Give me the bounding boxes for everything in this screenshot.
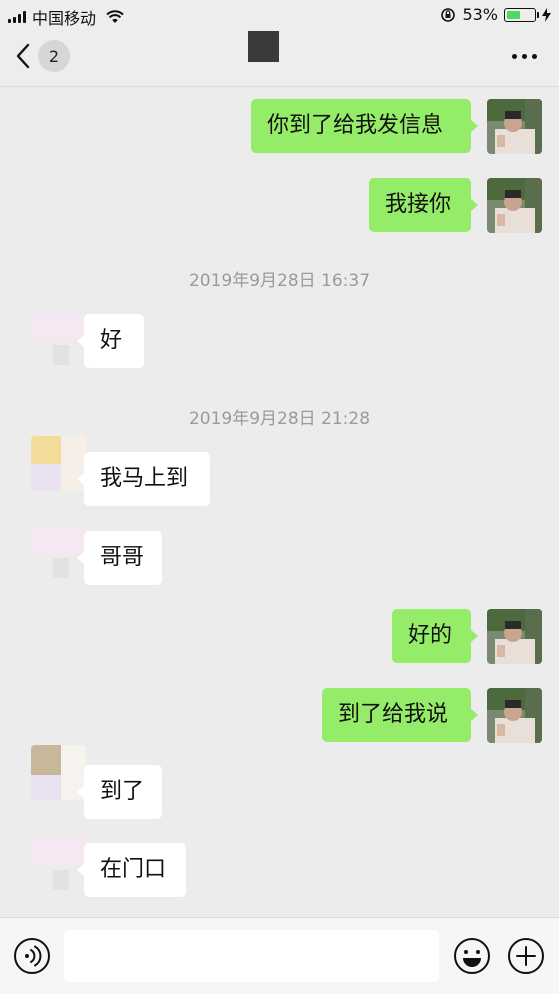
back-button[interactable]: 2	[16, 40, 70, 72]
more-dots-icon	[512, 54, 517, 59]
unread-count-badge: 2	[38, 40, 70, 72]
message-bubble-outgoing[interactable]: 到了给我说	[322, 688, 478, 742]
input-bar	[0, 917, 559, 994]
charging-bolt-icon	[542, 7, 551, 22]
my-avatar[interactable]	[487, 609, 542, 664]
voice-button[interactable]	[13, 937, 51, 975]
more-button[interactable]	[512, 54, 537, 59]
orientation-lock-icon	[441, 7, 456, 22]
message-bubble-incoming[interactable]: 好	[77, 314, 144, 368]
chevron-left-icon	[16, 43, 30, 69]
battery-level	[507, 10, 520, 19]
message-bubble-outgoing[interactable]: 你到了给我发信息	[251, 99, 478, 153]
nav-bar: 2	[0, 30, 559, 87]
emoji-icon	[454, 938, 490, 974]
battery-percent: 53%	[462, 5, 498, 24]
my-avatar[interactable]	[487, 688, 542, 743]
plus-icon	[508, 938, 544, 974]
message-input[interactable]	[64, 930, 439, 982]
chat-title-redacted	[248, 31, 279, 62]
message-bubble-incoming[interactable]: 哥哥	[77, 531, 162, 585]
message-timestamp: 2019年9月28日 16:37	[188, 271, 371, 291]
my-avatar[interactable]	[487, 178, 542, 233]
battery-icon	[504, 7, 539, 22]
my-avatar[interactable]	[487, 99, 542, 154]
message-list: 你到了给我发信息 我接你 2019年9月28日 16:37 好 2019年9月2…	[0, 87, 559, 917]
wifi-icon	[106, 10, 124, 23]
message-bubble-incoming[interactable]: 在门口	[77, 843, 186, 897]
status-right: 53%	[440, 5, 551, 24]
emoji-button[interactable]	[453, 937, 491, 975]
signal-icon	[8, 11, 26, 23]
message-bubble-incoming[interactable]: 我马上到	[77, 452, 210, 506]
more-functions-button[interactable]	[507, 937, 545, 975]
carrier-name: 中国移动	[32, 9, 97, 28]
message-bubble-incoming[interactable]: 到了	[77, 765, 162, 819]
message-bubble-outgoing[interactable]: 我接你	[369, 178, 478, 232]
voice-icon	[14, 938, 50, 974]
status-left: 中国移动	[8, 5, 124, 29]
message-bubble-outgoing[interactable]: 好的	[392, 609, 478, 663]
message-timestamp: 2019年9月28日 21:28	[188, 409, 371, 429]
status-bar: 中国移动 53%	[0, 0, 559, 30]
